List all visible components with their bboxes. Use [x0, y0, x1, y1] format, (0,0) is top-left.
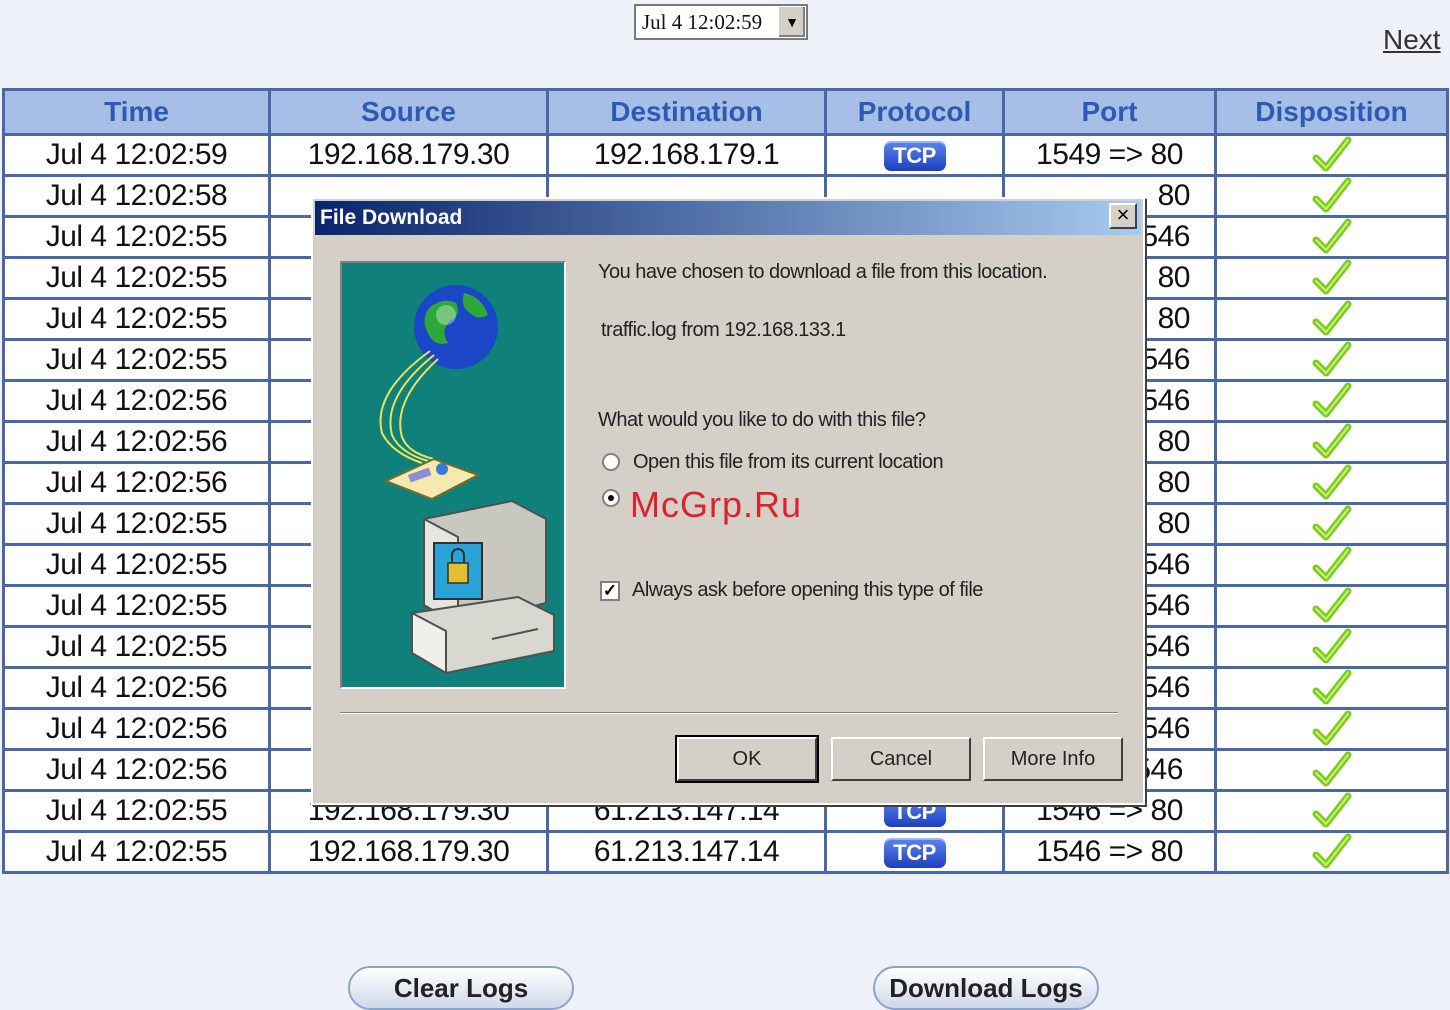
header-time[interactable]: Time	[2, 88, 271, 136]
dialog-file-text: traffic.log from 192.168.133.1	[601, 319, 846, 341]
cell-disposition	[1214, 707, 1449, 751]
cell-time: Jul 4 12:02:55	[2, 215, 271, 259]
check-icon	[1312, 792, 1351, 828]
check-icon	[1312, 505, 1351, 541]
check-icon	[1312, 177, 1351, 213]
cell-disposition	[1214, 461, 1449, 505]
cell-disposition	[1214, 584, 1449, 628]
cell-time: Jul 4 12:02:55	[2, 830, 271, 874]
check-icon	[1312, 464, 1351, 500]
download-illustration	[340, 261, 566, 689]
dialog-title: File Download	[320, 206, 463, 229]
table-header-row: Time Source Destination Protocol Port Di…	[2, 88, 1449, 136]
cell-disposition	[1214, 625, 1449, 669]
header-protocol[interactable]: Protocol	[824, 88, 1005, 136]
check-icon	[1312, 341, 1351, 377]
check-icon	[1312, 710, 1351, 746]
check-icon	[1312, 382, 1351, 418]
dialog-separator	[340, 712, 1118, 714]
cell-disposition	[1214, 502, 1449, 546]
cell-time: Jul 4 12:02:56	[2, 461, 271, 505]
cell-disposition	[1214, 133, 1449, 177]
radio-open-file-label: Open this file from its current location	[633, 451, 944, 473]
header-source[interactable]: Source	[268, 88, 549, 136]
always-ask-label: Always ask before opening this type of f…	[632, 579, 983, 601]
dialog-intro-text: You have chosen to download a file from …	[598, 261, 1048, 283]
cell-time: Jul 4 12:02:55	[2, 789, 271, 833]
cell-disposition	[1214, 420, 1449, 464]
date-select-value: Jul 4 12:02:59	[642, 9, 763, 34]
cell-time: Jul 4 12:02:55	[2, 256, 271, 300]
cell-port: 1549 => 80	[1002, 133, 1217, 177]
cell-time: Jul 4 12:02:56	[2, 420, 271, 464]
radio-save-file[interactable]	[602, 489, 620, 507]
dialog-title-bar[interactable]: File Download	[315, 201, 1141, 235]
cell-time: Jul 4 12:02:56	[2, 707, 271, 751]
next-link[interactable]: Next	[1383, 24, 1441, 56]
cell-disposition	[1214, 256, 1449, 300]
check-icon	[1312, 218, 1351, 254]
cell-disposition	[1214, 297, 1449, 341]
cell-source: 192.168.179.30	[268, 830, 549, 874]
cell-time: Jul 4 12:02:55	[2, 338, 271, 382]
radio-open-file[interactable]	[602, 453, 620, 471]
more-info-button[interactable]: More Info	[983, 737, 1123, 781]
cell-time: Jul 4 12:02:56	[2, 748, 271, 792]
cell-disposition	[1214, 338, 1449, 382]
download-logs-button[interactable]: Download Logs	[873, 966, 1099, 1010]
date-select[interactable]: Jul 4 12:02:59 ▼	[634, 4, 808, 40]
ok-button[interactable]: OK	[675, 735, 819, 783]
check-icon	[1312, 546, 1351, 582]
cell-destination: 61.213.147.14	[546, 830, 827, 874]
cell-disposition	[1214, 174, 1449, 218]
cell-disposition	[1214, 830, 1449, 874]
check-icon	[1312, 751, 1351, 787]
cell-protocol: TCP	[824, 133, 1005, 177]
header-disposition[interactable]: Disposition	[1214, 88, 1449, 136]
cell-time: Jul 4 12:02:56	[2, 379, 271, 423]
chevron-down-icon[interactable]: ▼	[777, 7, 805, 37]
cell-time: Jul 4 12:02:55	[2, 584, 271, 628]
clear-logs-button[interactable]: Clear Logs	[348, 966, 574, 1010]
check-icon	[1312, 587, 1351, 623]
cell-destination: 192.168.179.1	[546, 133, 827, 177]
check-icon	[1312, 833, 1351, 869]
cell-time: Jul 4 12:02:55	[2, 625, 271, 669]
table-row: Jul 4 12:02:59 192.168.179.30 192.168.179.…	[2, 133, 1449, 177]
protocol-badge: TCP	[883, 838, 946, 869]
cell-disposition	[1214, 215, 1449, 259]
cell-time: Jul 4 12:02:55	[2, 543, 271, 587]
header-destination[interactable]: Destination	[546, 88, 827, 136]
protocol-badge: TCP	[883, 141, 946, 172]
cancel-button[interactable]: Cancel	[831, 737, 971, 781]
check-icon	[1312, 669, 1351, 705]
close-button[interactable]: ×	[1109, 203, 1137, 229]
globe-computer-icon	[379, 285, 555, 675]
cell-disposition	[1214, 543, 1449, 587]
table-row: Jul 4 12:02:55 192.168.179.30 61.213.147.1…	[2, 830, 1449, 874]
check-icon	[1312, 628, 1351, 664]
always-ask-checkbox[interactable]: ✓	[600, 581, 620, 601]
check-icon	[1312, 259, 1351, 295]
cell-port: 1546 => 80	[1002, 830, 1217, 874]
cell-disposition	[1214, 379, 1449, 423]
header-port[interactable]: Port	[1002, 88, 1217, 136]
cell-time: Jul 4 12:02:56	[2, 666, 271, 710]
cell-time: Jul 4 12:02:59	[2, 133, 271, 177]
cell-disposition	[1214, 789, 1449, 833]
watermark: McGrp.Ru	[630, 484, 803, 525]
check-icon	[1312, 423, 1351, 459]
check-icon	[1312, 136, 1351, 172]
dialog-question-text: What would you like to do with this file…	[598, 409, 926, 431]
cell-time: Jul 4 12:02:55	[2, 297, 271, 341]
cell-source: 192.168.179.30	[268, 133, 549, 177]
cell-disposition	[1214, 748, 1449, 792]
check-icon	[1312, 300, 1351, 336]
cell-time: Jul 4 12:02:58	[2, 174, 271, 218]
cell-disposition	[1214, 666, 1449, 710]
cell-time: Jul 4 12:02:55	[2, 502, 271, 546]
cell-protocol: TCP	[824, 830, 1005, 874]
